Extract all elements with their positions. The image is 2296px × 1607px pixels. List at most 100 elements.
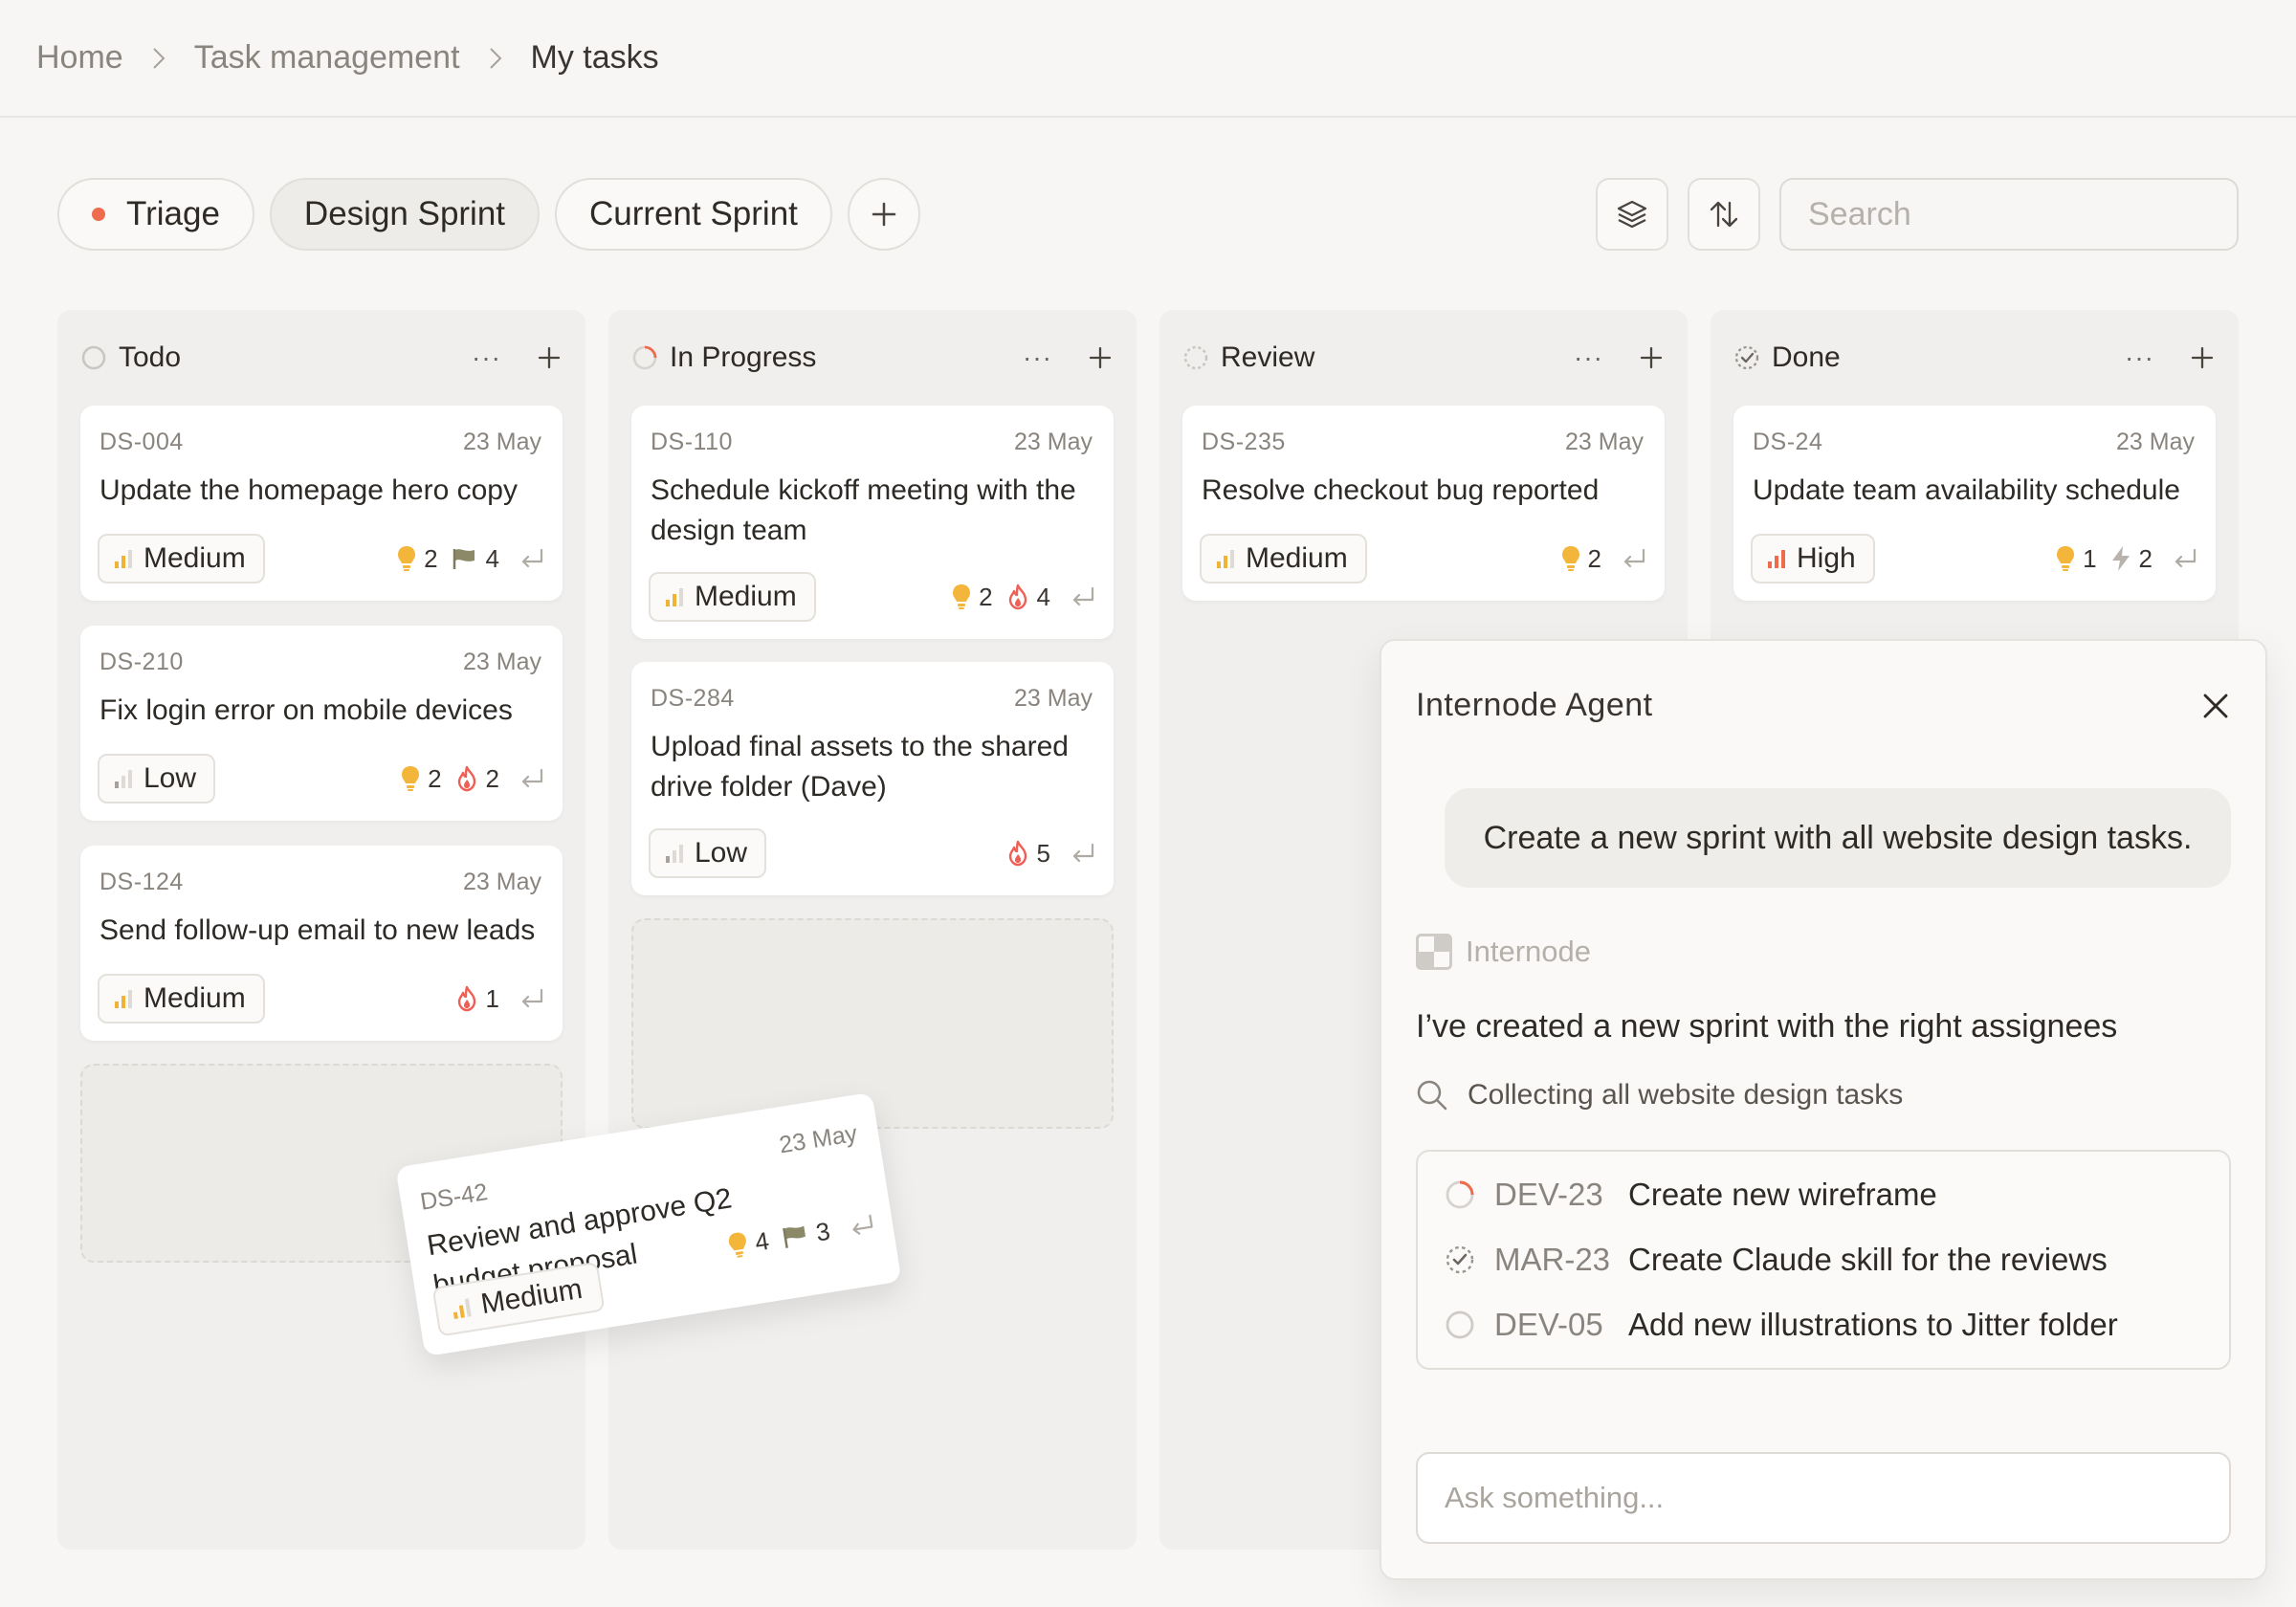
agent-title: Internode Agent [1416, 687, 1653, 723]
agent-task-list: DEV-23 Create new wireframe MAR-23 Creat… [1416, 1150, 2231, 1370]
reply-arrow-icon[interactable] [1621, 547, 1647, 570]
more-options-icon[interactable]: ··· [1574, 342, 1603, 373]
breadcrumb-home[interactable]: Home [36, 39, 123, 77]
bolt-count: 2 [2138, 543, 2152, 573]
fire-icon [1008, 840, 1027, 867]
tab-triage[interactable]: Triage [57, 178, 254, 251]
priority-badge[interactable]: Medium [98, 974, 265, 1024]
drop-zone[interactable] [631, 918, 1114, 1129]
agent-panel: Internode Agent Create a new sprint with… [1380, 639, 2267, 1580]
priority-badge[interactable]: Low [649, 828, 767, 878]
tab-label: Current Sprint [589, 195, 798, 232]
column-header: In Progress ··· [631, 337, 1114, 379]
column-title: Done [1772, 341, 1841, 373]
search-icon [1417, 1080, 1447, 1111]
reply-arrow-icon[interactable] [2172, 547, 2198, 570]
task-card[interactable]: DS-210 23 May Fix login error on mobile … [80, 626, 563, 821]
task-card[interactable]: DS-235 23 May Resolve checkout bug repor… [1182, 406, 1665, 601]
tab-design-sprint[interactable]: Design Sprint [269, 178, 541, 251]
column-title: In Progress [670, 341, 817, 373]
reply-arrow-icon[interactable] [519, 767, 545, 790]
list-item[interactable]: DEV-05 Add new illustrations to Jitter f… [1445, 1307, 2118, 1343]
task-card[interactable]: DS-284 23 May Upload final assets to the… [631, 662, 1114, 895]
sort-arrows-icon [1710, 201, 1738, 228]
reply-arrow-icon[interactable] [519, 547, 545, 570]
status-todo-icon [81, 345, 106, 370]
flag-icon [782, 1225, 806, 1248]
add-card-icon[interactable] [1638, 344, 1665, 371]
bulb-icon [953, 584, 971, 609]
task-date: 23 May [463, 429, 541, 455]
bulb-icon [402, 766, 420, 791]
more-options-icon[interactable]: ··· [1023, 342, 1052, 373]
task-card[interactable]: DS-24 23 May Update team availability sc… [1733, 406, 2216, 601]
task-name: Create Claude skill for the reviews [1628, 1242, 2108, 1277]
reply-arrow-icon[interactable] [847, 1212, 876, 1239]
list-item[interactable]: DEV-23 Create new wireframe [1445, 1177, 1937, 1213]
brand-name: Internode [1466, 935, 1591, 968]
status-review-icon [1183, 345, 1208, 370]
task-card[interactable]: DS-110 23 May Schedule kickoff meeting w… [631, 406, 1114, 639]
column-title: Todo [119, 341, 182, 373]
column-title: Review [1221, 341, 1315, 373]
bulb-count: 1 [2083, 543, 2097, 573]
close-icon[interactable] [2200, 691, 2231, 721]
task-id: DS-124 [99, 869, 184, 895]
task-title: Schedule kickoff meeting with the design… [651, 474, 1076, 546]
add-card-icon[interactable] [2189, 344, 2216, 371]
priority-low-icon [666, 845, 683, 863]
chevron-right-icon [152, 47, 166, 70]
add-card-icon[interactable] [536, 344, 563, 371]
task-id: DS-210 [99, 649, 184, 675]
task-card[interactable]: DS-004 23 May Update the homepage hero c… [80, 406, 563, 601]
status-dot [92, 208, 105, 221]
priority-label: High [1797, 542, 1856, 574]
search-input[interactable] [1779, 178, 2239, 251]
list-item[interactable]: MAR-23 Create Claude skill for the revie… [1445, 1242, 2108, 1278]
task-date: 23 May [1014, 429, 1093, 455]
task-date: 23 May [463, 869, 541, 895]
fire-icon [457, 765, 475, 792]
task-card[interactable]: DS-124 23 May Send follow-up email to ne… [80, 846, 563, 1041]
task-title: Update team availability schedule [1753, 474, 2180, 506]
priority-badge[interactable]: Medium [649, 572, 816, 622]
task-id: DS-110 [651, 429, 733, 455]
reply-arrow-icon[interactable] [1070, 585, 1096, 608]
priority-medium-icon [115, 550, 132, 568]
priority-badge[interactable]: Medium [98, 534, 265, 583]
bulb-icon [728, 1232, 746, 1258]
more-options-icon[interactable]: ··· [2125, 342, 2154, 373]
task-id: MAR-23 [1494, 1242, 1611, 1277]
column-header: Review ··· [1182, 337, 1665, 379]
tab-label: Design Sprint [303, 195, 506, 232]
priority-high-icon [1768, 550, 1785, 568]
more-options-icon[interactable]: ··· [472, 342, 501, 373]
task-id: DEV-23 [1494, 1177, 1603, 1212]
ask-input[interactable] [1416, 1452, 2231, 1544]
priority-label: Medium [144, 982, 246, 1014]
fire-count: 1 [485, 983, 499, 1013]
reply-arrow-icon[interactable] [1070, 842, 1096, 865]
column-header: Todo ··· [80, 337, 563, 379]
task-name: Add new illustrations to Jitter folder [1628, 1307, 2118, 1342]
task-title: Send follow-up email to new leads [99, 914, 536, 946]
layers-button[interactable] [1596, 178, 1668, 251]
breadcrumb: Home Task management My tasks [0, 0, 2296, 118]
priority-badge[interactable]: Low [98, 754, 216, 804]
priority-label: Medium [478, 1272, 585, 1321]
task-date: 23 May [2116, 429, 2195, 455]
add-tab-button[interactable] [847, 178, 920, 251]
breadcrumb-section[interactable]: Task management [194, 39, 460, 77]
sort-button[interactable] [1688, 178, 1760, 251]
bulb-count: 2 [979, 582, 993, 611]
status-in-progress-icon [632, 345, 657, 370]
priority-medium-icon [115, 990, 132, 1008]
reply-arrow-icon[interactable] [519, 987, 545, 1010]
task-name: Create new wireframe [1628, 1177, 1937, 1212]
add-card-icon[interactable] [1087, 344, 1114, 371]
flag-icon [453, 549, 475, 569]
priority-badge[interactable]: Medium [1200, 534, 1367, 583]
agent-step: Collecting all website design tasks [1416, 1079, 1903, 1112]
tab-current-sprint[interactable]: Current Sprint [555, 178, 832, 251]
priority-badge[interactable]: High [1751, 534, 1875, 583]
